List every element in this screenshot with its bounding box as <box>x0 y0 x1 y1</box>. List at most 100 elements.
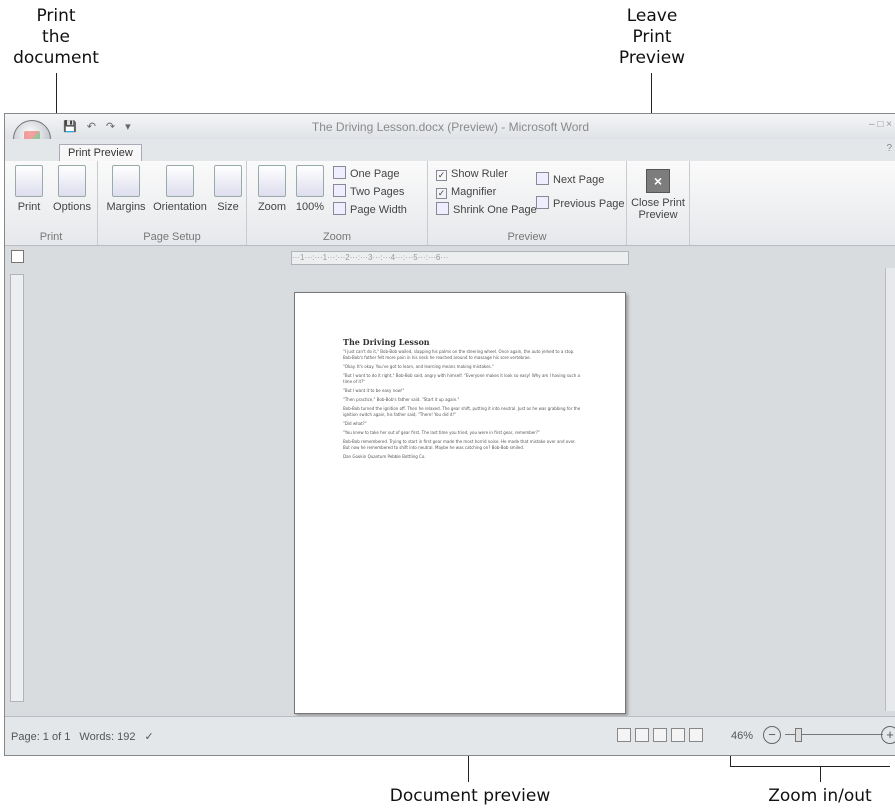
window-controls[interactable]: – □ × <box>869 119 892 130</box>
group-label-print: Print <box>39 231 63 243</box>
tab-print-preview[interactable]: Print Preview <box>59 144 142 162</box>
ribbon-tab-row: Print Preview ? <box>5 139 895 162</box>
zoom-label: Zoom <box>257 201 287 213</box>
group-label-preview: Preview <box>507 231 547 243</box>
shrink-one-page-button[interactable]: Shrink One Page <box>436 201 537 219</box>
two-pages-label: Two Pages <box>350 186 405 198</box>
two-pages-icon <box>333 184 346 197</box>
one-page-label: One Page <box>350 168 400 180</box>
group-close: × Close Print Preview <box>627 161 690 245</box>
margins-icon <box>112 165 140 197</box>
close-print-preview-button[interactable]: × Close Print Preview <box>629 169 687 221</box>
magnifier-label: Magnifier <box>451 186 497 198</box>
document-paragraph: "You knew to take her out of gear first.… <box>343 430 540 435</box>
close-print-label: Close Print <box>631 197 685 209</box>
document-paragraph: "Okay. It's okay. You've got to learn, a… <box>343 364 494 369</box>
zoom-out-button[interactable]: − <box>763 726 781 744</box>
title-bar: 💾 ↶ ↷ ▾ The Driving Lesson.docx (Preview… <box>5 114 895 139</box>
size-icon <box>214 165 242 197</box>
next-page-button[interactable]: Next Page <box>536 171 604 189</box>
web-layout-view-icon[interactable] <box>653 728 667 742</box>
page-width-label: Page Width <box>350 204 407 216</box>
show-ruler-checkbox[interactable]: ✓ Show Ruler <box>436 165 508 183</box>
callout-line-2: Print <box>632 27 672 47</box>
previous-page-label: Previous Page <box>553 198 625 210</box>
one-page-button[interactable]: One Page <box>333 165 400 183</box>
print-layout-view-icon[interactable] <box>617 728 631 742</box>
horizontal-ruler[interactable]: ···1···:···1···:···2···:···3···:···4···:… <box>291 251 629 265</box>
hundred-percent-icon <box>296 165 324 197</box>
group-label-zoom: Zoom <box>322 231 352 243</box>
vertical-scrollbar[interactable] <box>885 268 895 711</box>
document-preview-page[interactable]: The Driving Lesson "I just can't do it,"… <box>294 292 626 714</box>
callout-line-2: the <box>42 27 70 47</box>
show-ruler-check: ✓ <box>436 170 447 181</box>
zoom-in-button[interactable]: + <box>881 726 895 744</box>
previous-page-icon <box>536 196 549 209</box>
document-content: The Driving Lesson "I just can't do it,"… <box>343 337 583 463</box>
callout-leader-zoom-h <box>730 766 890 767</box>
zoom-slider-thumb[interactable] <box>795 728 802 742</box>
page-width-button[interactable]: Page Width <box>333 201 407 219</box>
print-button[interactable]: Print <box>11 165 47 213</box>
document-paragraph: Dan Gookin Quantum Pebble Bottling Co. <box>343 454 426 459</box>
callout-line-1: Leave <box>626 6 678 26</box>
tab-selector-icon[interactable] <box>11 250 24 263</box>
options-icon <box>58 165 86 197</box>
proofing-icon[interactable]: ✓ <box>145 731 154 743</box>
vertical-ruler[interactable] <box>10 274 24 702</box>
help-icon[interactable]: ? <box>886 143 892 154</box>
group-zoom: Zoom 100% One Page Two Pages Page Width … <box>247 161 428 245</box>
callout-leader-zoom-v <box>820 766 821 782</box>
orientation-icon <box>166 165 194 197</box>
document-paragraph: "But I want to do it right," Bob-Bob sai… <box>343 373 580 384</box>
status-left: Page: 1 of 1 Words: 192 ✓ <box>11 730 160 743</box>
size-button[interactable]: Size <box>214 165 242 213</box>
page-width-icon <box>333 202 346 215</box>
margins-button[interactable]: Margins <box>106 165 146 213</box>
draft-view-icon[interactable] <box>689 728 703 742</box>
callout-document-preview: Document preview <box>389 786 551 806</box>
outline-view-icon[interactable] <box>671 728 685 742</box>
close-preview-label: Preview <box>638 209 678 221</box>
callout-line-3: document <box>13 48 99 68</box>
ribbon: Print Options Print Margins Orientation … <box>5 161 895 246</box>
printer-icon <box>15 165 43 197</box>
callout-leave-print-preview: Leave Print Preview <box>596 6 708 69</box>
magnifier-checkbox[interactable]: ✓ Magnifier <box>436 183 496 201</box>
close-icon: × <box>646 169 670 193</box>
zoom-level[interactable]: 46% <box>731 730 753 742</box>
full-screen-reading-view-icon[interactable] <box>635 728 649 742</box>
shrink-one-page-icon <box>436 202 449 215</box>
orientation-label: Orientation <box>153 201 207 213</box>
hundred-label: 100% <box>295 201 325 213</box>
zoom-button[interactable]: Zoom <box>255 165 289 213</box>
document-paragraph: "But I want it to be easy now!" <box>343 388 405 393</box>
next-page-label: Next Page <box>553 174 605 186</box>
document-paragraph: "I just can't do it," Bob-Bob wailed, sl… <box>343 349 575 360</box>
callout-line-1: Print <box>36 6 76 26</box>
previous-page-button[interactable]: Previous Page <box>536 195 625 213</box>
margins-label: Margins <box>106 201 146 213</box>
document-paragraph: Bob-Bob remembered. Trying to start in f… <box>343 439 576 450</box>
callout-zoom-in-out: Zoom in/out <box>768 786 872 806</box>
group-print: Print Options Print <box>5 161 98 245</box>
ruler-bar: ···1···:···1···:···2···:···3···:···4···:… <box>5 246 895 268</box>
hundred-percent-button[interactable]: 100% <box>293 165 327 213</box>
window-title: The Driving Lesson.docx (Preview) - Micr… <box>311 120 590 134</box>
next-page-icon <box>536 172 549 185</box>
options-button[interactable]: Options <box>51 165 93 213</box>
word-window: 💾 ↶ ↷ ▾ The Driving Lesson.docx (Preview… <box>4 113 895 756</box>
two-pages-button[interactable]: Two Pages <box>333 183 404 201</box>
one-page-icon <box>333 166 346 179</box>
callout-line-3: Preview <box>618 48 686 68</box>
document-paragraph: "Did what?" <box>343 421 367 426</box>
word-count[interactable]: Words: 192 <box>79 731 135 743</box>
group-preview: ✓ Show Ruler ✓ Magnifier Shrink One Page N… <box>428 161 627 245</box>
page-count[interactable]: Page: 1 of 1 <box>11 731 70 743</box>
status-bar: Page: 1 of 1 Words: 192 ✓ 46% − + <box>5 716 895 755</box>
group-page-setup: Margins Orientation Size Page Setup <box>98 161 247 245</box>
print-label: Print <box>17 201 41 213</box>
magnifier-check: ✓ <box>436 188 447 199</box>
orientation-button[interactable]: Orientation <box>152 165 208 213</box>
